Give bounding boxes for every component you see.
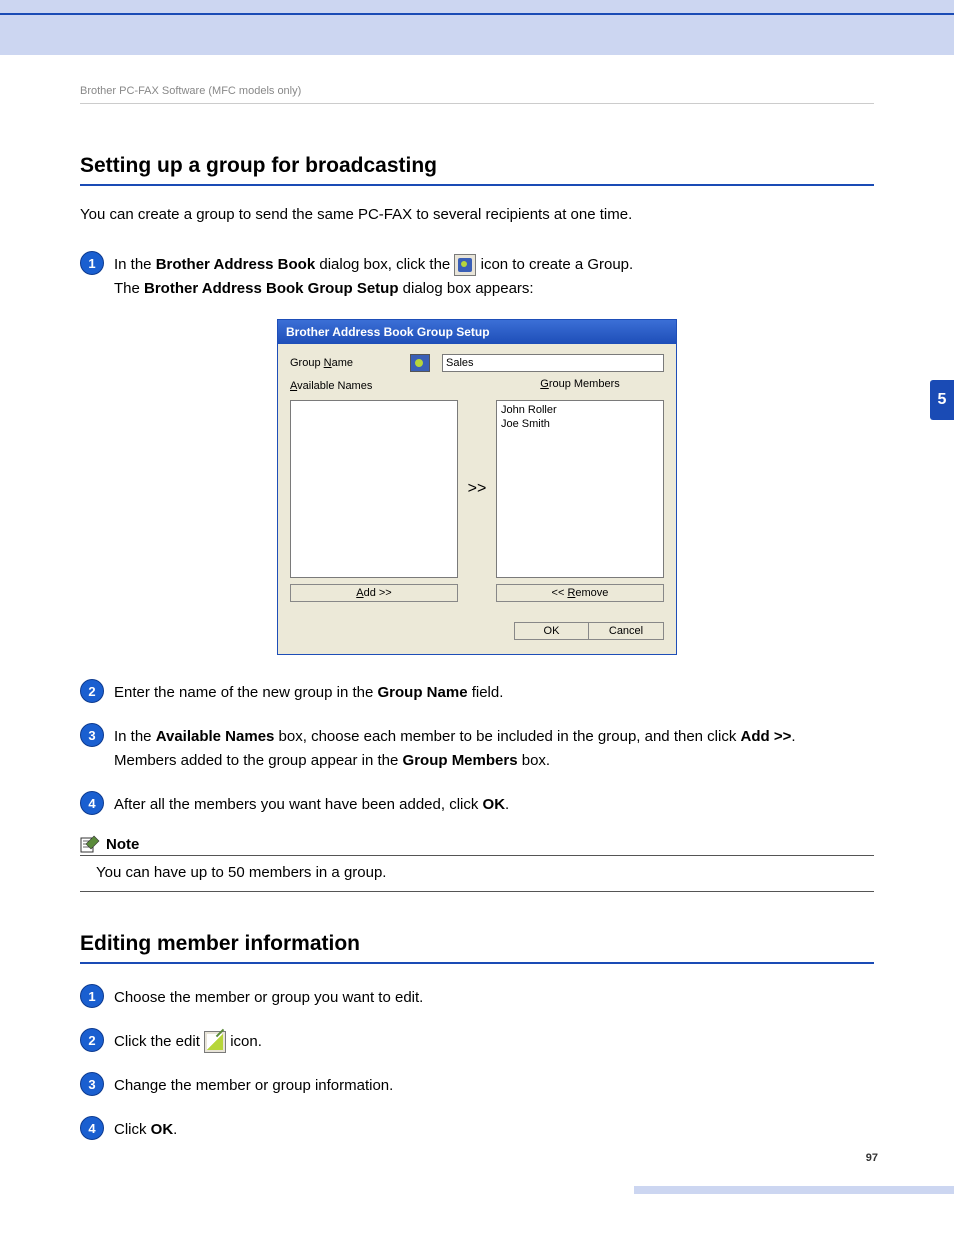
step-number-icon: 4 (80, 791, 104, 815)
remove-button[interactable]: << Remove (496, 584, 664, 602)
intro-text: You can create a group to send the same … (80, 206, 874, 223)
chapter-tab: 5 (930, 380, 954, 420)
dialog-titlebar: Brother Address Book Group Setup (278, 320, 676, 344)
step-number-icon: 1 (80, 984, 104, 1008)
group-name-label: Group Name (290, 357, 410, 369)
group-dialog-icon (410, 354, 430, 372)
bottom-accent-bar (634, 1186, 954, 1194)
step-body: Change the member or group information. (114, 1072, 874, 1098)
list-item[interactable]: John Roller (501, 403, 659, 417)
note-body: You can have up to 50 members in a group… (80, 856, 874, 892)
top-band (0, 0, 954, 55)
step-body: In the Available Names box, choose each … (114, 723, 874, 773)
edit-icon (204, 1031, 226, 1053)
list-item[interactable]: Joe Smith (501, 417, 659, 431)
note-label: Note (106, 836, 139, 853)
step-2: 2 Click the edit icon. (80, 1028, 874, 1054)
step-4: 4 Click OK. (80, 1116, 874, 1142)
step-number-icon: 4 (80, 1116, 104, 1140)
step-number-icon: 3 (80, 1072, 104, 1096)
step-2: 2 Enter the name of the new group in the… (80, 679, 874, 705)
step-body: Enter the name of the new group in the G… (114, 679, 874, 705)
step-body: Click the edit icon. (114, 1028, 874, 1054)
step-body: Choose the member or group you want to e… (114, 984, 874, 1010)
move-right-icon: >> (468, 480, 487, 498)
cancel-button[interactable]: Cancel (589, 622, 664, 640)
group-members-list[interactable]: John Roller Joe Smith (496, 400, 664, 578)
step-number-icon: 3 (80, 723, 104, 747)
section-heading-2: Editing member information (80, 932, 874, 964)
available-names-label: Available Names (290, 380, 458, 392)
section-heading-1: Setting up a group for broadcasting (80, 154, 874, 186)
step-1: 1 Choose the member or group you want to… (80, 984, 874, 1010)
group-members-label: Group Members (496, 378, 664, 390)
step-body: In the Brother Address Book dialog box, … (114, 251, 874, 301)
step-body: Click OK. (114, 1116, 874, 1142)
step-4: 4 After all the members you want have be… (80, 791, 874, 817)
group-setup-dialog: Brother Address Book Group Setup Group N… (277, 319, 677, 655)
group-icon (454, 254, 476, 276)
step-3: 3 In the Available Names box, choose eac… (80, 723, 874, 773)
group-name-input[interactable] (442, 354, 664, 372)
step-1: 1 In the Brother Address Book dialog box… (80, 251, 874, 301)
step-number-icon: 1 (80, 251, 104, 275)
note-icon (80, 835, 100, 853)
note-block: Note You can have up to 50 members in a … (80, 835, 874, 892)
step-body: After all the members you want have been… (114, 791, 874, 817)
available-names-list[interactable] (290, 400, 458, 578)
ok-button[interactable]: OK (514, 622, 589, 640)
add-button[interactable]: Add >> (290, 584, 458, 602)
step-3: 3 Change the member or group information… (80, 1072, 874, 1098)
page-number: 97 (866, 1152, 878, 1164)
step-number-icon: 2 (80, 679, 104, 703)
running-header: Brother PC-FAX Software (MFC models only… (80, 85, 874, 104)
step-number-icon: 2 (80, 1028, 104, 1052)
